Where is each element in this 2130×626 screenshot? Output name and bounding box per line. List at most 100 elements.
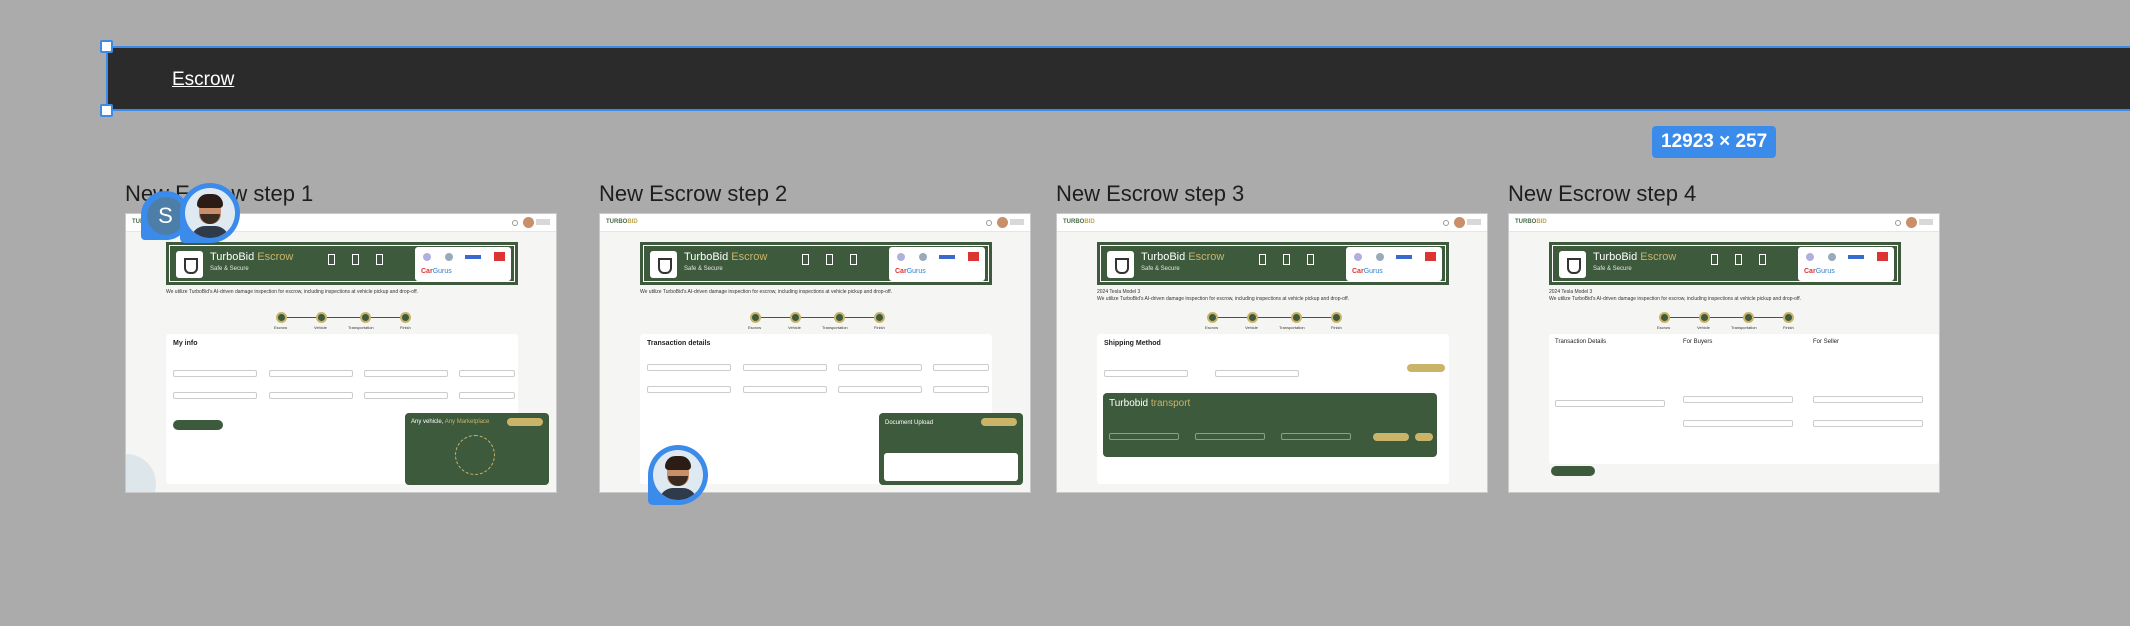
gold-button[interactable] <box>507 418 543 426</box>
input-field[interactable] <box>173 370 257 377</box>
phone-icon <box>1259 254 1266 265</box>
logo[interactable]: TURBOBID <box>1515 219 1547 225</box>
logo[interactable]: TURBOBID <box>1063 219 1095 225</box>
partner-logo <box>423 253 431 261</box>
input-field[interactable] <box>1555 400 1665 407</box>
frame-step1[interactable]: TURBOBID TurboBid Escrow Safe & Secure C… <box>125 213 557 493</box>
partner-logo <box>465 255 481 259</box>
shipping-select[interactable] <box>1104 370 1188 377</box>
avatar[interactable] <box>1906 217 1917 228</box>
input-field[interactable] <box>933 386 989 393</box>
input-field[interactable] <box>647 364 731 371</box>
frame-step3[interactable]: TURBOBID TurboBid Escrow Safe & Secure C… <box>1056 213 1488 493</box>
gold-button[interactable] <box>1415 433 1433 441</box>
step-label: Escrow <box>1205 325 1219 330</box>
partner-logo <box>939 255 955 259</box>
col-title: For Buyers <box>1683 339 1713 345</box>
gold-button[interactable] <box>981 418 1017 426</box>
avatar[interactable] <box>1454 217 1465 228</box>
resize-handle-bottom-left[interactable] <box>100 104 113 117</box>
hero-title: TurboBid Escrow <box>1593 251 1677 263</box>
input-field[interactable] <box>743 364 827 371</box>
intro-text: We utilize TurboBid's AI-driven damage i… <box>166 289 419 295</box>
section-escrow[interactable]: Escrow <box>106 46 2130 111</box>
input-field[interactable] <box>364 370 448 377</box>
bell-icon[interactable] <box>512 220 518 226</box>
start-transaction-button[interactable] <box>1551 466 1595 476</box>
input-field[interactable] <box>1195 433 1265 440</box>
shield-icon <box>650 251 677 278</box>
step-dot <box>1331 312 1342 323</box>
input-field[interactable] <box>459 392 515 399</box>
bell-icon[interactable] <box>1895 220 1901 226</box>
frame-step4[interactable]: TURBOBID TurboBid Escrow Safe & Secure C… <box>1508 213 1940 493</box>
stepper: Escrow Vehicle Transportation Finish <box>1205 312 1342 332</box>
step-dot <box>1291 312 1302 323</box>
gold-button[interactable] <box>1373 433 1409 441</box>
hero-subtitle: Safe & Secure <box>210 266 249 272</box>
input-field[interactable] <box>647 386 731 393</box>
cargurus-logo: CarGurus <box>895 268 926 275</box>
gold-button[interactable] <box>1407 364 1445 372</box>
feature-icons <box>328 254 383 265</box>
frame-label-step4[interactable]: New Escrow step 4 <box>1508 181 1696 207</box>
resize-handle-top-left[interactable] <box>100 40 113 53</box>
input-field[interactable] <box>1683 396 1793 403</box>
input-field[interactable] <box>1813 396 1923 403</box>
hero-subtitle: Safe & Secure <box>1141 266 1180 272</box>
cargurus-logo: CarGurus <box>421 268 452 275</box>
step-dot <box>316 312 327 323</box>
cargurus-logo: CarGurus <box>1804 268 1835 275</box>
input-field[interactable] <box>1813 420 1923 427</box>
pickup-select[interactable] <box>1215 370 1299 377</box>
doc-icon <box>826 254 833 265</box>
input-field[interactable] <box>838 386 922 393</box>
user-name <box>1919 219 1933 225</box>
section-title[interactable]: Escrow <box>172 69 234 91</box>
input-field[interactable] <box>743 386 827 393</box>
input-field[interactable] <box>269 370 353 377</box>
summary-card: Transaction Details For Buyers For Selle… <box>1549 334 1939 464</box>
hero-title: TurboBid Escrow <box>210 251 294 263</box>
col-title: Transaction Details <box>1555 339 1607 345</box>
stepper: Escrow Vehicle Transportation Finish <box>748 312 885 332</box>
collaborator-avatar[interactable] <box>180 183 240 243</box>
vehicle-name: 2024 Tesla Model 3 <box>1097 289 1141 295</box>
next-button[interactable] <box>173 420 223 430</box>
input-field[interactable] <box>364 392 448 399</box>
input-field[interactable] <box>1109 433 1179 440</box>
input-field[interactable] <box>838 364 922 371</box>
doc-icon <box>1283 254 1290 265</box>
partner-logo <box>968 252 979 261</box>
step-label: Transportation <box>822 325 848 330</box>
input-field[interactable] <box>933 364 989 371</box>
partner-logo <box>1828 253 1836 261</box>
hero-title: TurboBid Escrow <box>684 251 768 263</box>
bell-icon[interactable] <box>986 220 992 226</box>
step-label: Escrow <box>274 325 288 330</box>
avatar[interactable] <box>523 217 534 228</box>
input-field[interactable] <box>1683 420 1793 427</box>
step-label: Finish <box>874 325 885 330</box>
hero-banner: TurboBid Escrow Safe & Secure CarGurus <box>1549 242 1901 285</box>
step-label: Vehicle <box>1697 325 1710 330</box>
card-title: My info <box>173 340 198 347</box>
input-field[interactable] <box>459 370 515 377</box>
frame-label-step3[interactable]: New Escrow step 3 <box>1056 181 1244 207</box>
partners-box: CarGurus <box>415 247 511 281</box>
collaborator-cursor-avatar[interactable] <box>648 445 708 505</box>
file-icon <box>376 254 383 265</box>
size-badge: 12923 × 257 <box>1652 126 1777 158</box>
partner-logo <box>1806 253 1814 261</box>
input-field[interactable] <box>1281 433 1351 440</box>
upload-dropzone[interactable] <box>884 453 1018 481</box>
input-field[interactable] <box>269 392 353 399</box>
partner-logo <box>1376 253 1384 261</box>
frame-label-step2[interactable]: New Escrow step 2 <box>599 181 787 207</box>
input-field[interactable] <box>173 392 257 399</box>
avatar[interactable] <box>997 217 1008 228</box>
bell-icon[interactable] <box>1443 220 1449 226</box>
logo[interactable]: TURBOBID <box>606 219 638 225</box>
vehicle-name: 2024 Tesla Model 3 <box>1549 289 1593 295</box>
card-title: Shipping Method <box>1104 340 1161 347</box>
